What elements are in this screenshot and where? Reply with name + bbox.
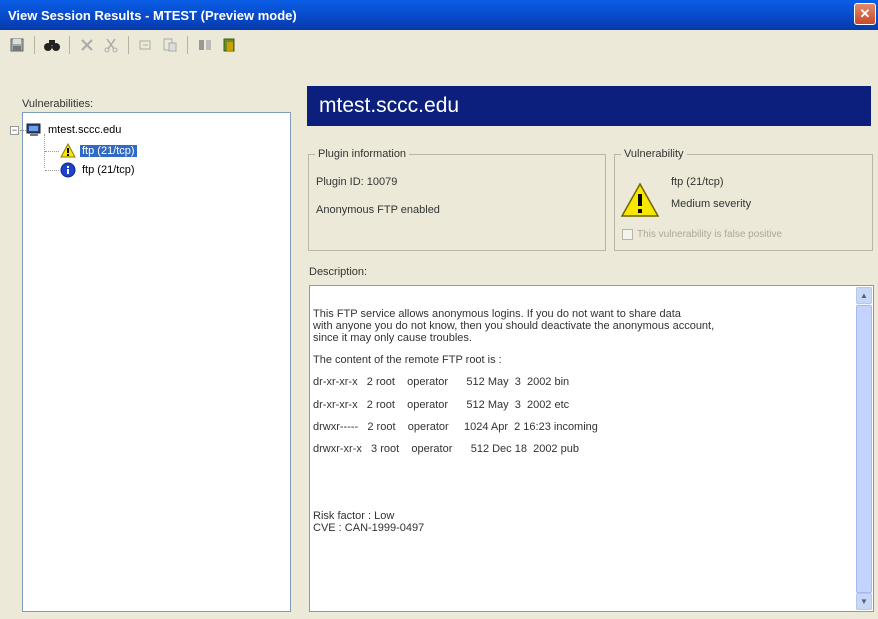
computer-icon [26,122,42,138]
false-positive-label: This vulnerability is false positive [637,229,783,240]
false-positive-checkbox[interactable] [622,229,633,240]
plugin-info-title: Plugin information [315,148,410,160]
vulnerability-tree [22,112,291,612]
description-line: The content of the remote FTP root is : [313,354,502,366]
paste-icon[interactable] [159,34,181,56]
tree-item-info[interactable]: ftp (21/tcp) [60,162,137,178]
window-title: View Session Results - MTEST (Preview mo… [8,7,297,23]
exit-icon[interactable] [218,34,240,56]
vulnerability-title: Vulnerability [621,148,687,160]
vulnerabilities-label: Vulnerabilities: [22,98,94,110]
info-icon [60,162,76,178]
vertical-scrollbar[interactable]: ▲ ▼ [856,287,872,610]
description-line: This FTP service allows anonymous logins… [313,308,681,320]
plugin-id: Plugin ID: 10079 [316,176,398,188]
description-label: Description: [309,266,368,278]
toolbar [0,30,878,60]
title-bar: View Session Results - MTEST (Preview mo… [0,0,878,30]
description-line: dr-xr-xr-x 2 root operator 512 May 3 200… [313,399,570,411]
host-title: mtest.sccc.edu [319,94,460,117]
toolbar-separator [128,36,129,54]
tree-item-label: ftp (21/tcp) [82,164,135,176]
host-label: mtest.sccc.edu [48,124,122,136]
description-line: dr-xr-xr-x 2 root operator 512 May 3 200… [313,376,570,388]
scroll-down-icon[interactable]: ▼ [856,593,872,610]
tree-item-vulnerability[interactable]: ftp (21/tcp) [60,143,137,159]
vulnerability-severity: Medium severity [671,198,752,210]
vulnerability-port: ftp (21/tcp) [671,176,724,188]
close-button[interactable]: ✕ [854,3,876,25]
toolbar-separator [187,36,188,54]
cut-icon[interactable] [100,34,122,56]
tree-item-host[interactable]: mtest.sccc.edu [26,122,123,138]
toolbar-separator [69,36,70,54]
description-line: with anyone you do not know, then you sh… [313,320,715,332]
host-header: mtest.sccc.edu [307,86,871,126]
description-line: since it may only cause troubles. [313,332,472,344]
description-line: CVE : CAN-1999-0497 [313,522,425,534]
copy-icon[interactable] [135,34,157,56]
tree-item-label: ftp (21/tcp) [80,145,137,157]
plugin-name: Anonymous FTP enabled [316,204,440,216]
close-icon: ✕ [859,6,871,21]
tree-connector [45,170,59,171]
description-line: drwxr-xr-x 3 root operator 512 Dec 18 20… [313,443,579,455]
warning-icon [60,143,76,159]
warning-large-icon [620,182,660,221]
tree-connector [45,151,59,152]
description-line: Risk factor : Low [313,510,395,522]
scrollbar-thumb[interactable] [856,305,872,593]
plugin-info-group: Plugin information [308,148,606,251]
properties-icon[interactable] [194,34,216,56]
description-line: drwxr----- 2 root operator 1024 Apr 2 16… [313,421,598,433]
scroll-up-icon[interactable]: ▲ [856,287,872,304]
tree-expander[interactable]: − [10,126,19,135]
find-icon[interactable] [41,34,63,56]
delete-icon[interactable] [76,34,98,56]
toolbar-separator [34,36,35,54]
save-icon[interactable] [6,34,28,56]
